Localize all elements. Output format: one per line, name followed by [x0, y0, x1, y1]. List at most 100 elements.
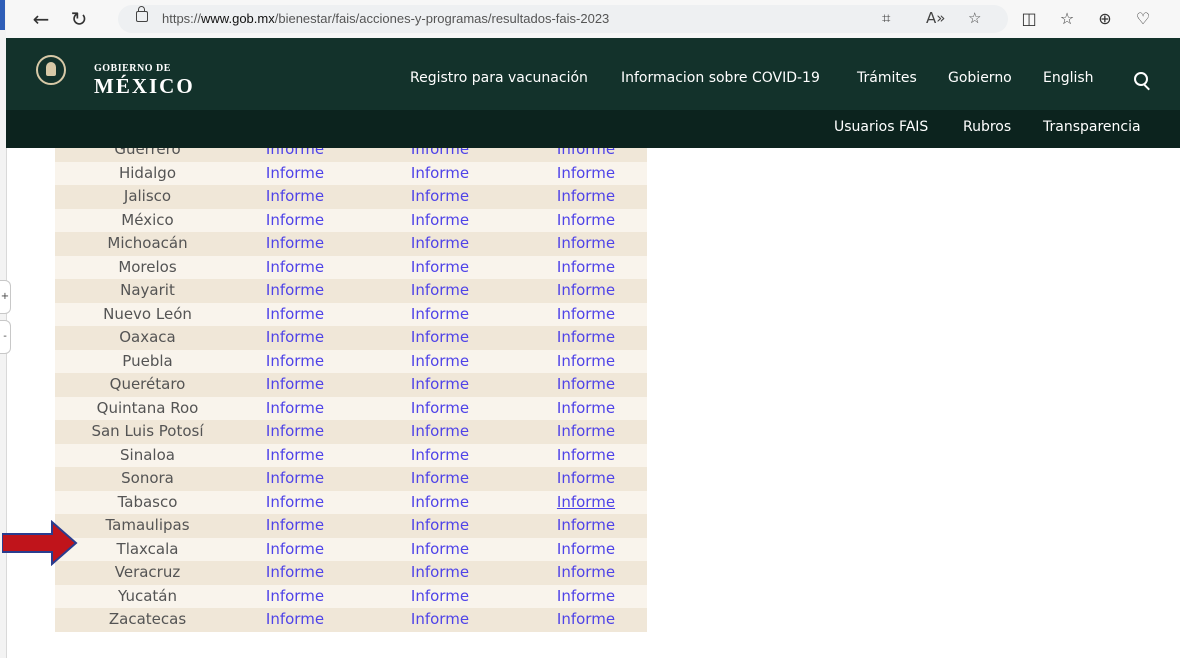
- informe-link[interactable]: Informe: [385, 398, 495, 418]
- subnav-usuarios-fais[interactable]: Usuarios FAIS: [834, 119, 928, 135]
- informe-link[interactable]: Informe: [385, 421, 495, 441]
- informe-link[interactable]: Informe: [531, 280, 641, 300]
- informe-link[interactable]: Informe: [240, 327, 350, 347]
- table-row: Jalisco Informe Informe Informe: [55, 185, 647, 209]
- informe-link[interactable]: Informe: [385, 148, 495, 159]
- informe-link[interactable]: Informe: [531, 586, 641, 606]
- informe-link[interactable]: Informe: [240, 257, 350, 277]
- subnav-rubros[interactable]: Rubros: [963, 119, 1011, 135]
- informe-link[interactable]: Informe: [531, 304, 641, 324]
- table-row: Querétaro Informe Informe Informe: [55, 373, 647, 397]
- nav-vacunacion[interactable]: Registro para vacunación: [410, 70, 588, 86]
- informe-link[interactable]: Informe: [240, 421, 350, 441]
- informe-link[interactable]: Informe: [531, 374, 641, 394]
- informe-link[interactable]: Informe: [240, 163, 350, 183]
- informe-link[interactable]: Informe: [240, 304, 350, 324]
- informe-link[interactable]: Informe: [385, 233, 495, 253]
- side-panel-expand-tab[interactable]: +: [0, 280, 11, 314]
- app-available-icon[interactable]: ⌗: [882, 9, 890, 27]
- informe-link[interactable]: Informe: [240, 586, 350, 606]
- informe-link[interactable]: Informe: [385, 327, 495, 347]
- table-row: Nuevo León Informe Informe Informe: [55, 302, 647, 326]
- lock-icon[interactable]: [136, 6, 148, 22]
- informe-link[interactable]: Informe: [385, 280, 495, 300]
- informe-link[interactable]: Informe: [531, 609, 641, 629]
- informe-link[interactable]: Informe: [531, 445, 641, 465]
- informe-link[interactable]: Informe: [385, 609, 495, 629]
- informe-link[interactable]: Informe: [385, 539, 495, 559]
- informe-link[interactable]: Informe: [385, 210, 495, 230]
- nav-tramites[interactable]: Trámites: [857, 70, 917, 86]
- split-screen-icon[interactable]: ◫: [1016, 6, 1042, 32]
- informe-link[interactable]: Informe: [531, 539, 641, 559]
- informe-link[interactable]: Informe: [385, 374, 495, 394]
- informe-link[interactable]: Informe: [385, 445, 495, 465]
- state-name: Sinaloa: [120, 445, 175, 464]
- informe-link[interactable]: Informe: [240, 492, 350, 512]
- informe-link[interactable]: Informe: [531, 351, 641, 371]
- informe-link[interactable]: Informe: [240, 186, 350, 206]
- informe-link[interactable]: Informe: [531, 233, 641, 253]
- informe-link[interactable]: Informe: [240, 233, 350, 253]
- informe-link[interactable]: Informe: [531, 421, 641, 441]
- state-name: Tabasco: [117, 492, 178, 511]
- address-bar[interactable]: https://www.gob.mx/bienestar/fais/accion…: [118, 5, 1008, 33]
- informe-link[interactable]: Informe: [240, 280, 350, 300]
- informe-link[interactable]: Informe: [385, 468, 495, 488]
- informe-link[interactable]: Informe: [531, 186, 641, 206]
- informe-link[interactable]: Informe: [385, 257, 495, 277]
- informe-link[interactable]: Informe: [385, 562, 495, 582]
- reload-icon[interactable]: ↻: [66, 6, 92, 32]
- informe-link[interactable]: Informe: [385, 304, 495, 324]
- brand-title[interactable]: MÉXICO: [94, 74, 195, 99]
- main-navbar: GOBIERNO DE MÉXICO Registro para vacunac…: [6, 38, 1180, 110]
- informe-link[interactable]: Informe: [385, 515, 495, 535]
- side-panel-collapse-tab[interactable]: -: [0, 320, 11, 354]
- informe-link[interactable]: Informe: [531, 163, 641, 183]
- browser-essentials-icon[interactable]: ♡: [1130, 6, 1156, 32]
- table-row: Veracruz Informe Informe Informe: [55, 561, 647, 585]
- informe-link[interactable]: Informe: [531, 398, 641, 418]
- back-arrow-icon[interactable]: ←: [28, 6, 54, 32]
- state-name: Yucatán: [118, 586, 177, 605]
- subnav-transparencia[interactable]: Transparencia: [1043, 119, 1141, 135]
- accessibility-icon[interactable]: [36, 55, 66, 85]
- informe-link[interactable]: Informe: [240, 515, 350, 535]
- state-name: Nuevo León: [103, 304, 192, 323]
- informe-link[interactable]: Informe: [240, 210, 350, 230]
- url-text[interactable]: https://www.gob.mx/bienestar/fais/accion…: [162, 11, 609, 26]
- nav-english[interactable]: English: [1043, 70, 1094, 86]
- informe-link[interactable]: Informe: [240, 609, 350, 629]
- collections-icon[interactable]: ⊕: [1092, 6, 1118, 32]
- informe-link[interactable]: Informe: [531, 148, 641, 159]
- informe-link[interactable]: Informe: [240, 468, 350, 488]
- informe-link[interactable]: Informe: [385, 351, 495, 371]
- informe-link[interactable]: Informe: [385, 163, 495, 183]
- informe-link[interactable]: Informe: [240, 539, 350, 559]
- informe-link[interactable]: Informe: [531, 257, 641, 277]
- favorites-icon[interactable]: ☆: [1054, 6, 1080, 32]
- nav-gobierno[interactable]: Gobierno: [948, 70, 1012, 86]
- nav-covid[interactable]: Informacion sobre COVID-19: [621, 70, 820, 86]
- informe-link[interactable]: Informe: [385, 586, 495, 606]
- brand-subtitle[interactable]: GOBIERNO DE: [94, 63, 171, 74]
- read-aloud-icon[interactable]: A»: [926, 9, 945, 27]
- state-name: Sonora: [121, 469, 174, 487]
- informe-link[interactable]: Informe: [240, 398, 350, 418]
- favorite-star-icon[interactable]: ☆: [968, 9, 981, 27]
- informe-link[interactable]: Informe: [385, 186, 495, 206]
- search-icon[interactable]: [1134, 72, 1148, 86]
- informe-link[interactable]: Informe: [240, 148, 350, 159]
- informe-link[interactable]: Informe: [531, 327, 641, 347]
- informe-link[interactable]: Informe: [240, 351, 350, 371]
- informe-link[interactable]: Informe: [240, 374, 350, 394]
- informe-link[interactable]: Informe: [531, 515, 641, 535]
- informe-link[interactable]: Informe: [531, 468, 641, 488]
- informe-link[interactable]: Informe: [531, 210, 641, 230]
- informe-link[interactable]: Informe: [531, 562, 641, 582]
- informe-link[interactable]: Informe: [385, 492, 495, 512]
- informe-link[interactable]: Informe: [240, 562, 350, 582]
- state-name: Tlaxcala: [116, 539, 179, 558]
- informe-link[interactable]: Informe: [531, 492, 641, 512]
- informe-link[interactable]: Informe: [240, 445, 350, 465]
